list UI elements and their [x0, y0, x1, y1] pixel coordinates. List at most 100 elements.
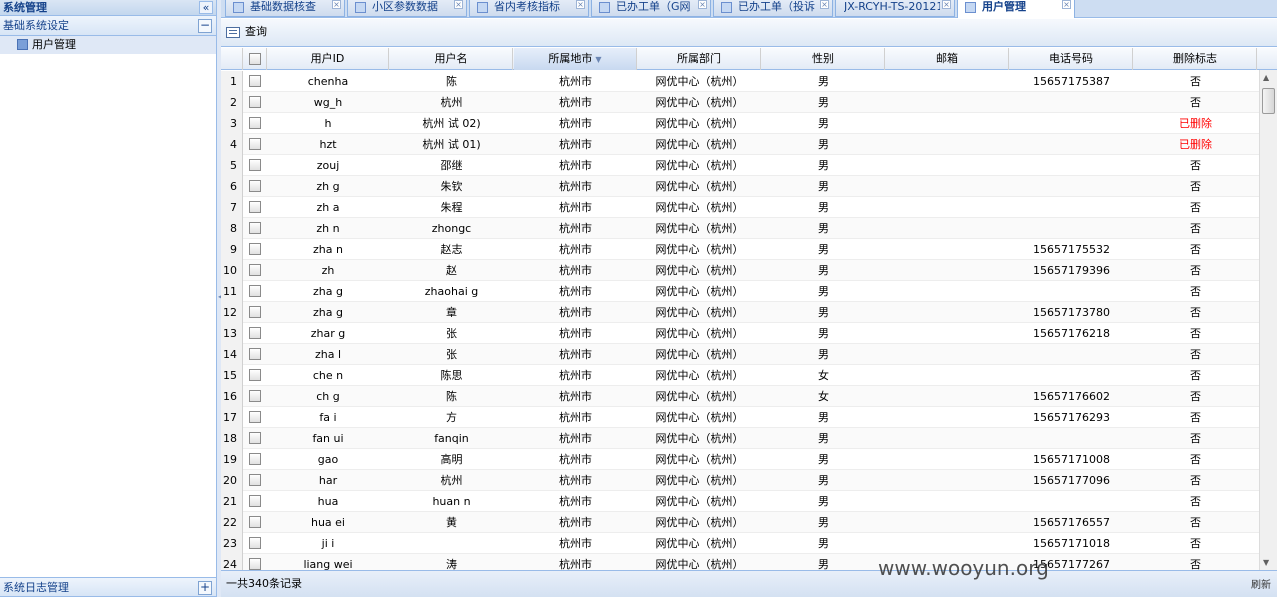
row-number: 18 [221, 428, 243, 449]
table-row[interactable]: 23 ji i 杭州市 网优中心（杭州） 男 15657171018 否 [221, 533, 1259, 554]
tab-done-orders-g[interactable]: 已办工单（G网 × [591, 0, 711, 17]
tab-page-icon [599, 2, 610, 13]
sidebar-item-user-management[interactable]: 用户管理 [0, 36, 216, 54]
select-all-checkbox[interactable] [249, 53, 261, 65]
row-checkbox[interactable] [249, 495, 261, 507]
row-checkbox[interactable] [249, 390, 261, 402]
cell-delete-flag: 否 [1190, 432, 1201, 445]
table-row[interactable]: 11 zha g zhaohai g 杭州市 网优中心（杭州） 男 否 [221, 281, 1259, 302]
table-row[interactable]: 12 zha g 章 杭州市 网优中心（杭州） 男 15657173780 否 [221, 302, 1259, 323]
column-header-city[interactable]: 所属地市 ▼ [514, 48, 637, 70]
cell-user-name: 陈 [446, 75, 457, 88]
row-checkbox[interactable] [249, 75, 261, 87]
row-checkbox[interactable] [249, 201, 261, 213]
row-checkbox[interactable] [249, 558, 261, 570]
row-checkbox[interactable] [249, 369, 261, 381]
table-row[interactable]: 16 ch g 陈 杭州市 网优中心（杭州） 女 15657176602 否 [221, 386, 1259, 407]
expand-section-icon[interactable]: + [198, 581, 212, 595]
row-checkbox[interactable] [249, 516, 261, 528]
section-header-basic-settings[interactable]: 基础系统设定 − [0, 16, 216, 36]
table-row[interactable]: 4 hzt 杭州 试 01) 杭州市 网优中心（杭州） 男 已删除 [221, 134, 1259, 155]
table-row[interactable]: 6 zh g 朱钦 杭州市 网优中心（杭州） 男 否 [221, 176, 1259, 197]
column-header-label: 所属地市 [548, 52, 593, 65]
column-header-label: 性别 [812, 52, 834, 65]
table-row[interactable]: 15 che n 陈思 杭州市 网优中心（杭州） 女 否 [221, 365, 1259, 386]
section-header-system-log[interactable]: 系统日志管理 + [0, 577, 216, 597]
tab-basic-data-check[interactable]: 基础数据核查 × [225, 0, 345, 17]
cell-phone [1010, 365, 1133, 386]
table-row[interactable]: 9 zha n 赵志 杭州市 网优中心（杭州） 男 15657175532 否 [221, 239, 1259, 260]
row-checkbox[interactable] [249, 348, 261, 360]
table-row[interactable]: 22 hua ei 黄 杭州市 网优中心（杭州） 男 15657176557 否 [221, 512, 1259, 533]
table-row[interactable]: 3 h 杭州 试 02) 杭州市 网优中心（杭州） 男 已删除 [221, 113, 1259, 134]
tab-cell-params[interactable]: 小区参数数据 × [347, 0, 467, 17]
close-tab-icon[interactable]: × [698, 0, 707, 9]
row-checkbox[interactable] [249, 453, 261, 465]
cell-department: 网优中心（杭州） [655, 369, 744, 382]
cell-user-name [390, 533, 513, 554]
row-checkbox[interactable] [249, 243, 261, 255]
close-tab-icon[interactable]: × [332, 0, 341, 9]
column-header-gender[interactable]: 性别 [762, 48, 885, 70]
sort-desc-icon[interactable]: ▼ [595, 55, 601, 64]
table-row[interactable]: 17 fa i 方 杭州市 网优中心（杭州） 男 15657176293 否 [221, 407, 1259, 428]
row-checkbox[interactable] [249, 222, 261, 234]
table-row[interactable]: 10 zh 赵 杭州市 网优中心（杭州） 男 15657179396 否 [221, 260, 1259, 281]
column-header-user-name[interactable]: 用户名 [390, 48, 513, 70]
tab-province-kpi[interactable]: 省内考核指标 × [469, 0, 589, 17]
column-header-delete-flag[interactable]: 删除标志 [1134, 48, 1257, 70]
header-checkbox-cell [243, 48, 267, 70]
row-checkbox[interactable] [249, 117, 261, 129]
close-tab-icon[interactable]: × [1062, 0, 1071, 9]
scroll-thumb[interactable] [1262, 88, 1275, 114]
tab-jx-rcyh[interactable]: JX-RCYH-TS-20121 × [835, 0, 955, 17]
cell-department: 网优中心（杭州） [655, 495, 744, 508]
cell-user-name: 涛 [446, 558, 457, 570]
tab-user-management[interactable]: 用户管理 × [957, 0, 1075, 18]
column-header-email[interactable]: 邮箱 [886, 48, 1009, 70]
table-row[interactable]: 7 zh a 朱程 杭州市 网优中心（杭州） 男 否 [221, 197, 1259, 218]
scroll-up-icon[interactable]: ▲ [1263, 73, 1269, 82]
table-row[interactable]: 2 wg_h 杭州 杭州市 网优中心（杭州） 男 否 [221, 92, 1259, 113]
tab-done-orders-complaint[interactable]: 已办工单（投诉 × [713, 0, 833, 17]
cell-city: 杭州市 [559, 264, 592, 277]
table-row[interactable]: 19 gao 高明 杭州市 网优中心（杭州） 男 15657171008 否 [221, 449, 1259, 470]
close-tab-icon[interactable]: × [820, 0, 829, 9]
row-checkbox[interactable] [249, 285, 261, 297]
collapse-section-icon[interactable]: − [198, 19, 212, 33]
close-tab-icon[interactable]: × [454, 0, 463, 9]
close-tab-icon[interactable]: × [942, 0, 951, 9]
table-row[interactable]: 14 zha l 张 杭州市 网优中心（杭州） 男 否 [221, 344, 1259, 365]
cell-user-name: 章 [446, 306, 457, 319]
row-checkbox[interactable] [249, 474, 261, 486]
table-row[interactable]: 5 zouj 邵继 杭州市 网优中心（杭州） 男 否 [221, 155, 1259, 176]
table-row[interactable]: 13 zhar g 张 杭州市 网优中心（杭州） 男 15657176218 否 [221, 323, 1259, 344]
column-header-department[interactable]: 所属部门 [638, 48, 761, 70]
row-checkbox[interactable] [249, 432, 261, 444]
row-checkbox[interactable] [249, 264, 261, 276]
table-row[interactable]: 18 fan ui fanqin 杭州市 网优中心（杭州） 男 否 [221, 428, 1259, 449]
row-checkbox[interactable] [249, 537, 261, 549]
row-checkbox[interactable] [249, 327, 261, 339]
scroll-down-icon[interactable]: ▼ [1263, 558, 1269, 567]
row-checkbox[interactable] [249, 306, 261, 318]
column-header-user-id[interactable]: 用户ID [267, 48, 389, 70]
row-checkbox[interactable] [249, 96, 261, 108]
cell-user-name: 黄 [446, 516, 457, 529]
refresh-button[interactable]: 刷新 [1251, 580, 1271, 591]
cell-delete-flag: 否 [1190, 264, 1201, 277]
table-row[interactable]: 21 hua huan n 杭州市 网优中心（杭州） 男 否 [221, 491, 1259, 512]
row-checkbox[interactable] [249, 138, 261, 150]
table-row[interactable]: 1 chenha 陈 杭州市 网优中心（杭州） 男 15657175387 否 [221, 71, 1259, 92]
row-checkbox[interactable] [249, 159, 261, 171]
row-checkbox[interactable] [249, 411, 261, 423]
table-row[interactable]: 8 zh n zhongc 杭州市 网优中心（杭州） 男 否 [221, 218, 1259, 239]
column-header-phone[interactable]: 电话号码 [1010, 48, 1133, 70]
vertical-scrollbar[interactable]: ▲ ▼ [1259, 70, 1277, 570]
cell-phone [1010, 428, 1133, 449]
table-row[interactable]: 24 liang wei 涛杭州市 网优中心（杭州）男 15657177267 否 [221, 554, 1259, 570]
close-tab-icon[interactable]: × [576, 0, 585, 9]
row-checkbox[interactable] [249, 180, 261, 192]
table-row[interactable]: 20 har 杭州 杭州市 网优中心（杭州） 男 15657177096 否 [221, 470, 1259, 491]
collapse-sidebar-icon[interactable]: « [199, 1, 213, 14]
